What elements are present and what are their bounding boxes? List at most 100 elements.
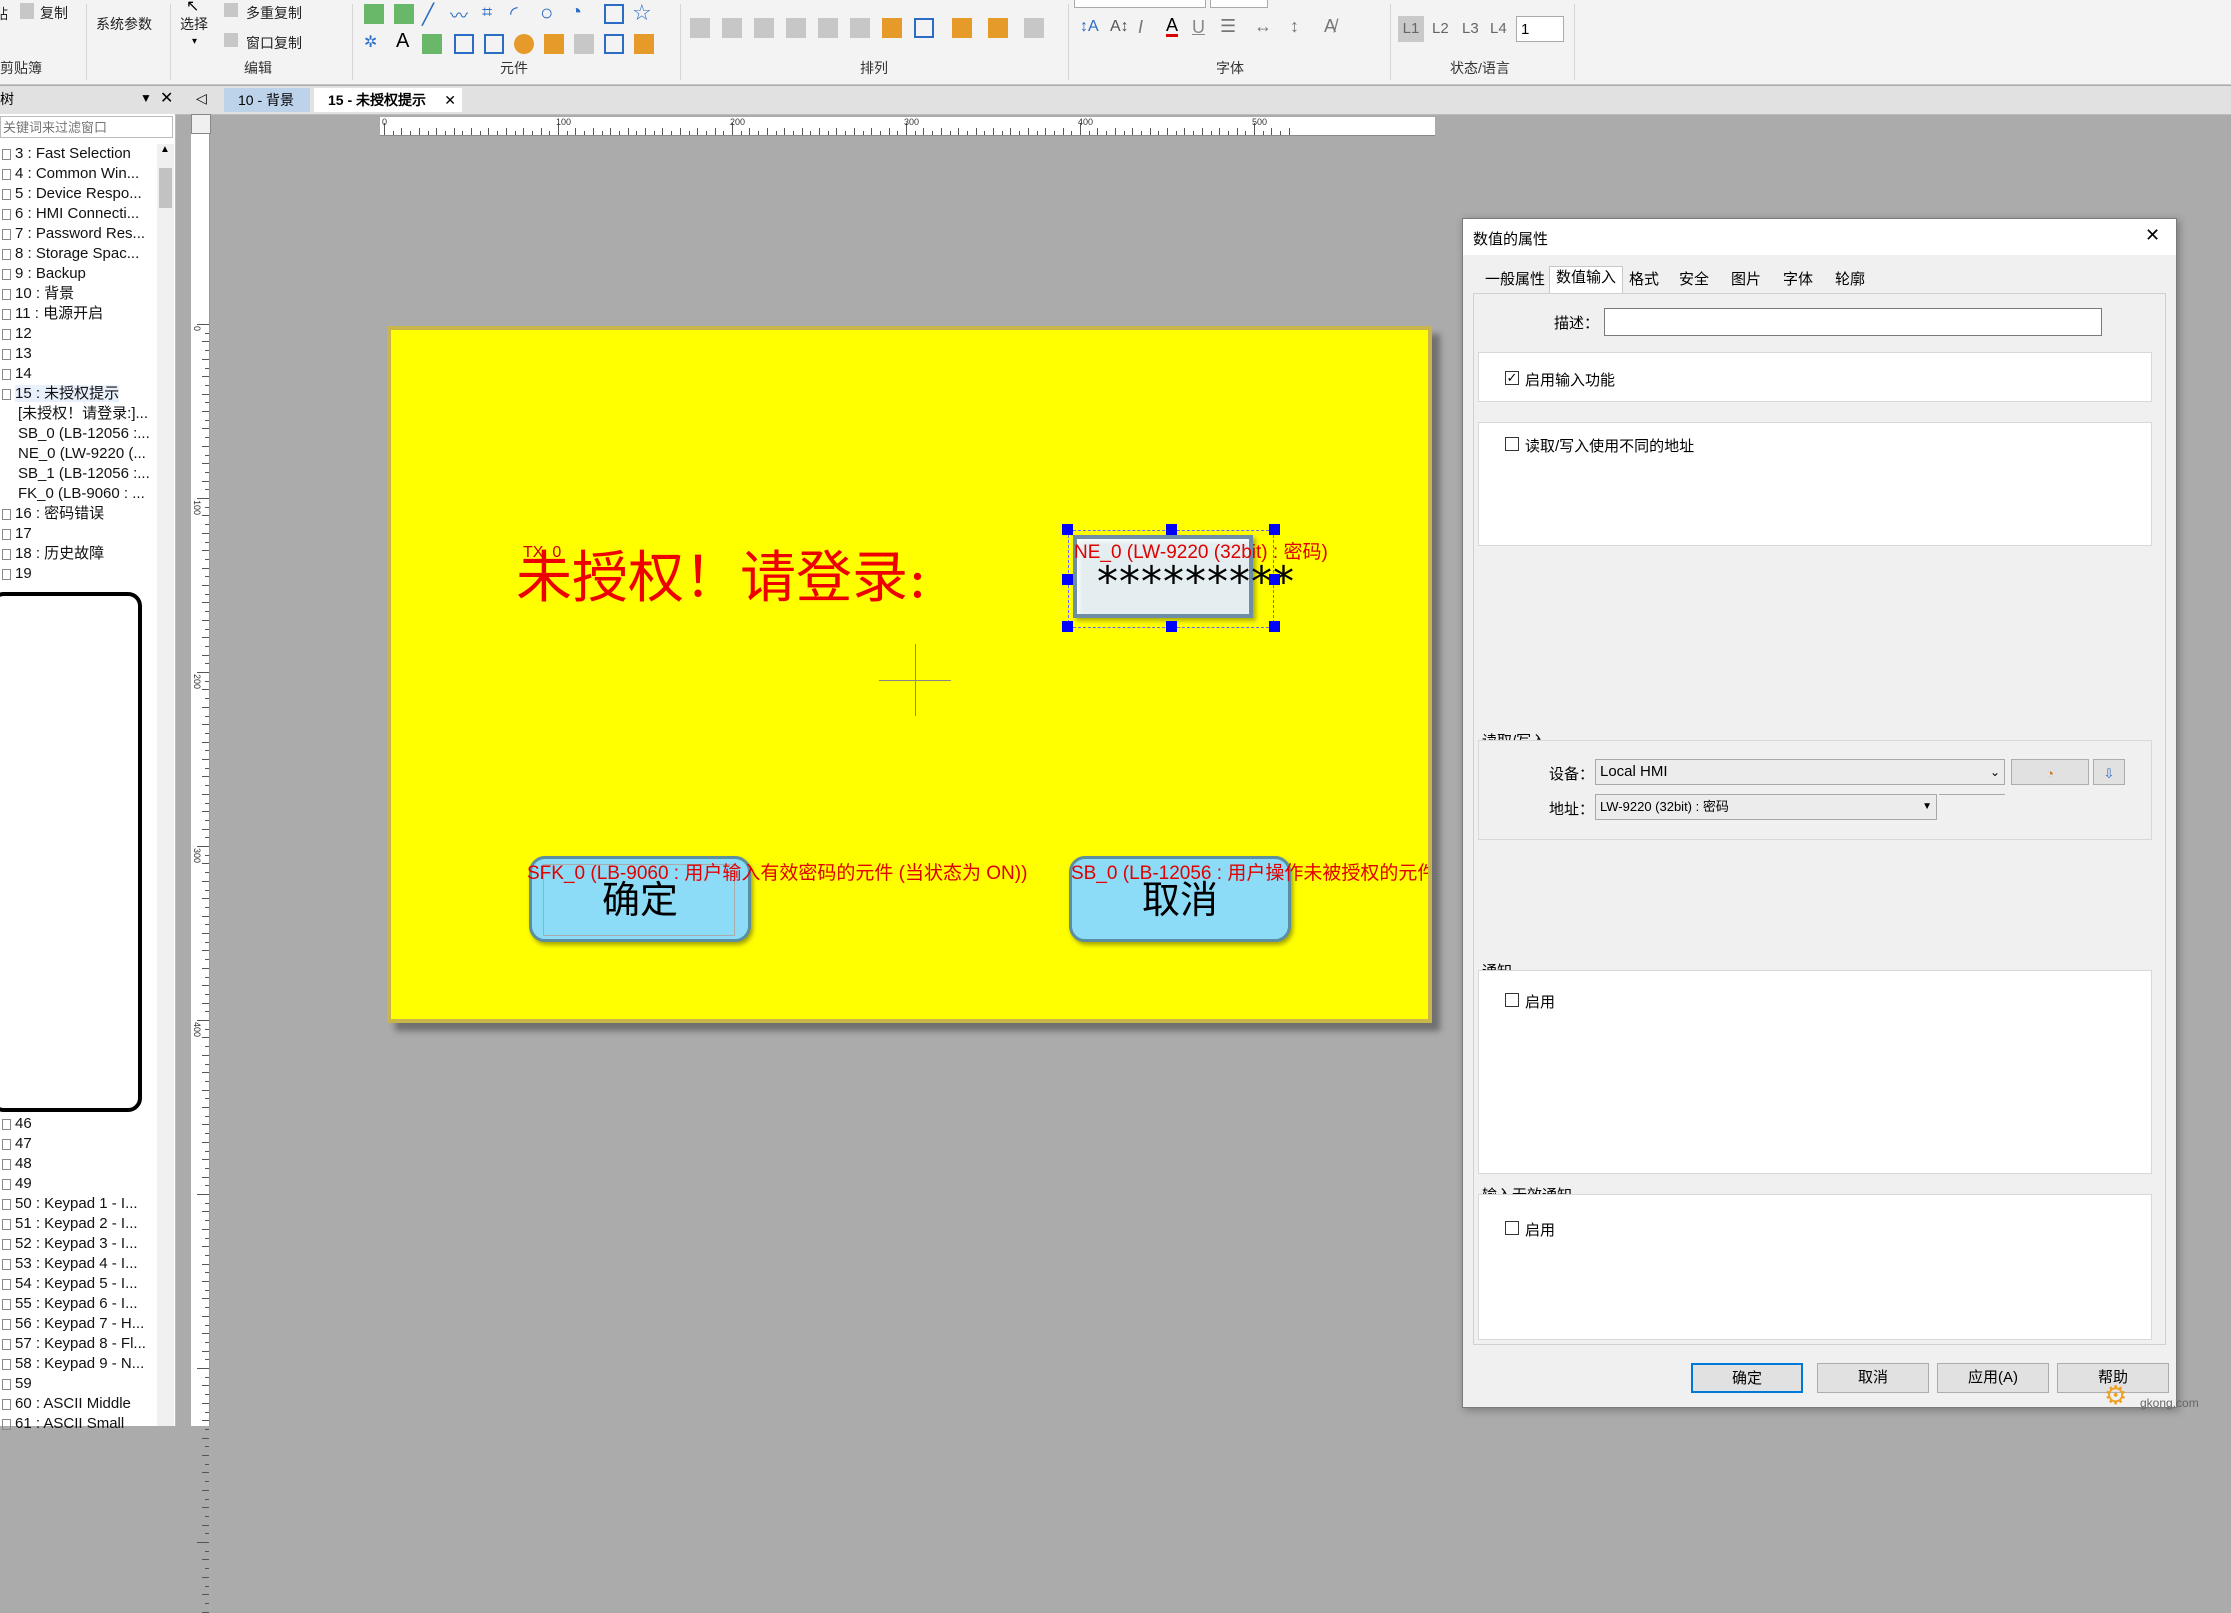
flip-icon[interactable] bbox=[1024, 18, 1044, 38]
tree-item[interactable]: 48 bbox=[2, 1154, 152, 1174]
unauthorized-title[interactable]: 未授权！请登录: bbox=[516, 533, 927, 614]
multi-copy-button[interactable]: 多重复制 bbox=[246, 3, 302, 23]
clear-format-icon[interactable]: A̸ bbox=[1324, 16, 1336, 37]
dialog-tab[interactable]: 轮廓 bbox=[1829, 269, 1871, 291]
dialog-tab[interactable]: 一般属性 bbox=[1479, 269, 1551, 291]
address-select[interactable]: LW-9220 (32bit) : 密码 ▼ bbox=[1595, 794, 1937, 820]
notify-enable-checkbox[interactable] bbox=[1505, 993, 1519, 1007]
filter-input-field[interactable] bbox=[1, 117, 171, 137]
tree-item[interactable]: 9 : Backup bbox=[2, 264, 152, 284]
layer-icon[interactable] bbox=[914, 18, 934, 38]
invalid-enable-checkbox[interactable] bbox=[1505, 1221, 1519, 1235]
tree-item[interactable]: 7 : Password Res... bbox=[2, 224, 152, 244]
lamp-icon[interactable] bbox=[514, 34, 534, 54]
arc-icon[interactable]: ◜ bbox=[510, 1, 518, 26]
group-icon[interactable] bbox=[818, 18, 838, 38]
keyboard-icon[interactable] bbox=[574, 34, 594, 54]
paste-label[interactable]: 贴 bbox=[0, 4, 8, 24]
circle-icon[interactable]: ○ bbox=[540, 0, 553, 26]
tree-item[interactable]: 18 : 历史故障 bbox=[2, 544, 152, 564]
tree-item[interactable]: 52 : Keypad 3 - I... bbox=[2, 1234, 152, 1254]
tree-item[interactable]: 58 : Keypad 9 - N... bbox=[2, 1354, 152, 1374]
tree-item[interactable]: 16 : 密码错误 bbox=[2, 504, 152, 524]
align-icon[interactable] bbox=[690, 18, 710, 38]
meter-icon[interactable] bbox=[544, 34, 564, 54]
dialog-tab[interactable]: 图片 bbox=[1725, 269, 1767, 291]
tree-item[interactable]: 59 bbox=[2, 1374, 152, 1394]
star-icon[interactable]: ☆ bbox=[632, 0, 652, 26]
level-l1-button[interactable]: L1 bbox=[1398, 16, 1424, 42]
tab-scroll-left-icon[interactable]: ◁ bbox=[196, 90, 207, 107]
distribute-icon[interactable] bbox=[722, 18, 742, 38]
size-icon[interactable] bbox=[754, 18, 774, 38]
tree-item[interactable]: 6 : HMI Connecti... bbox=[2, 204, 152, 224]
connector-icon[interactable]: ⌗ bbox=[482, 2, 492, 23]
resize-handle[interactable] bbox=[1269, 621, 1280, 632]
ungroup-icon[interactable] bbox=[850, 18, 870, 38]
table-icon[interactable] bbox=[484, 34, 504, 54]
tree-item[interactable]: 8 : Storage Spac... bbox=[2, 244, 152, 264]
resize-handle[interactable] bbox=[1062, 574, 1073, 585]
tree-item[interactable]: 4 : Common Win... bbox=[2, 164, 152, 184]
select-button[interactable]: 选择 bbox=[180, 14, 208, 34]
grow-font-icon[interactable]: ↕A bbox=[1080, 18, 1099, 36]
dialog-tab[interactable]: 字体 bbox=[1777, 269, 1819, 291]
level-l4-button[interactable]: L4 bbox=[1490, 20, 1507, 37]
font-name-combo[interactable] bbox=[1074, 0, 1206, 8]
enable-input-checkbox[interactable]: ✓ bbox=[1505, 371, 1519, 385]
pie-icon[interactable]: ◔ bbox=[570, 1, 582, 24]
resize-handle[interactable] bbox=[1269, 524, 1280, 535]
resize-handle[interactable] bbox=[1062, 621, 1073, 632]
rotate-icon[interactable] bbox=[786, 18, 806, 38]
tree-child-item[interactable]: NE_0 (LW-9220 (... bbox=[18, 444, 154, 464]
diff-address-checkbox[interactable] bbox=[1505, 437, 1519, 451]
text-icon[interactable]: A bbox=[396, 30, 409, 53]
tab-15-unauthorized[interactable]: 15 - 未授权提示 ✕ bbox=[314, 88, 462, 112]
sparkle-icon[interactable]: ✲ bbox=[364, 32, 377, 52]
tree-scrollbar[interactable]: ▲ bbox=[157, 144, 174, 1426]
tree-item[interactable]: 60 : ASCII Middle bbox=[2, 1394, 152, 1414]
tab-close-icon[interactable]: ✕ bbox=[444, 88, 456, 112]
rectangle-icon[interactable] bbox=[604, 4, 624, 24]
dialog-tab[interactable]: 安全 bbox=[1673, 269, 1715, 291]
dialog-cancel-button[interactable]: 取消 bbox=[1817, 1363, 1929, 1393]
line-spacing-icon[interactable]: ↕ bbox=[1290, 16, 1299, 37]
tree-child-item[interactable]: FK_0 (LB-9060 : ... bbox=[18, 484, 154, 504]
level-l3-button[interactable]: L3 bbox=[1462, 20, 1479, 37]
align-text-icon[interactable]: ☰ bbox=[1220, 16, 1236, 37]
underline-icon[interactable]: U bbox=[1192, 17, 1205, 38]
word-lamp-icon[interactable] bbox=[394, 4, 414, 24]
tree-item[interactable]: 14 bbox=[2, 364, 152, 384]
send-back-icon[interactable] bbox=[988, 18, 1008, 38]
frame-icon[interactable] bbox=[454, 34, 474, 54]
system-params-button[interactable]: 系统参数 bbox=[96, 14, 152, 34]
tree-item[interactable]: 56 : Keypad 7 - H... bbox=[2, 1314, 152, 1334]
bring-front-icon[interactable] bbox=[952, 18, 972, 38]
font-size-combo[interactable] bbox=[1210, 0, 1268, 8]
dialog-close-icon[interactable]: ✕ bbox=[2145, 225, 2160, 246]
dialog-tab[interactable]: 数值输入 bbox=[1549, 266, 1624, 293]
apply-button[interactable]: 应用(A) bbox=[1937, 1363, 2049, 1393]
tree-item[interactable]: 53 : Keypad 4 - I... bbox=[2, 1254, 152, 1274]
tree-item[interactable]: 17 bbox=[2, 524, 152, 544]
tree-item[interactable]: 57 : Keypad 8 - Fl... bbox=[2, 1334, 152, 1354]
tree-item[interactable]: 19 bbox=[2, 564, 152, 584]
coin-icon[interactable] bbox=[634, 34, 654, 54]
tree-item[interactable]: 46 bbox=[2, 1114, 152, 1134]
tab-10-background[interactable]: 10 - 背景 bbox=[224, 88, 310, 112]
polyline-icon[interactable]: 〰 bbox=[450, 2, 468, 28]
tree-item[interactable]: 49 bbox=[2, 1174, 152, 1194]
resize-handle[interactable] bbox=[1269, 574, 1280, 585]
device-select[interactable]: Local HMI ⌄ bbox=[1595, 759, 2005, 785]
tree-item[interactable]: 47 bbox=[2, 1134, 152, 1154]
tree-item[interactable]: 3 : Fast Selection bbox=[2, 144, 152, 164]
scroll-up-icon[interactable]: ▲ bbox=[160, 144, 170, 155]
device-browse-button[interactable]: ⇩ bbox=[2093, 759, 2125, 785]
window-copy-button[interactable]: 窗口复制 bbox=[246, 33, 302, 53]
tree-item[interactable]: 61 : ASCII Small bbox=[2, 1414, 152, 1434]
tree-item[interactable]: 12 bbox=[2, 324, 152, 344]
resize-handle[interactable] bbox=[1062, 524, 1073, 535]
tree-item[interactable]: 13 bbox=[2, 344, 152, 364]
tree-item[interactable]: 51 : Keypad 2 - I... bbox=[2, 1214, 152, 1234]
scrollbar-thumb[interactable] bbox=[159, 168, 172, 208]
